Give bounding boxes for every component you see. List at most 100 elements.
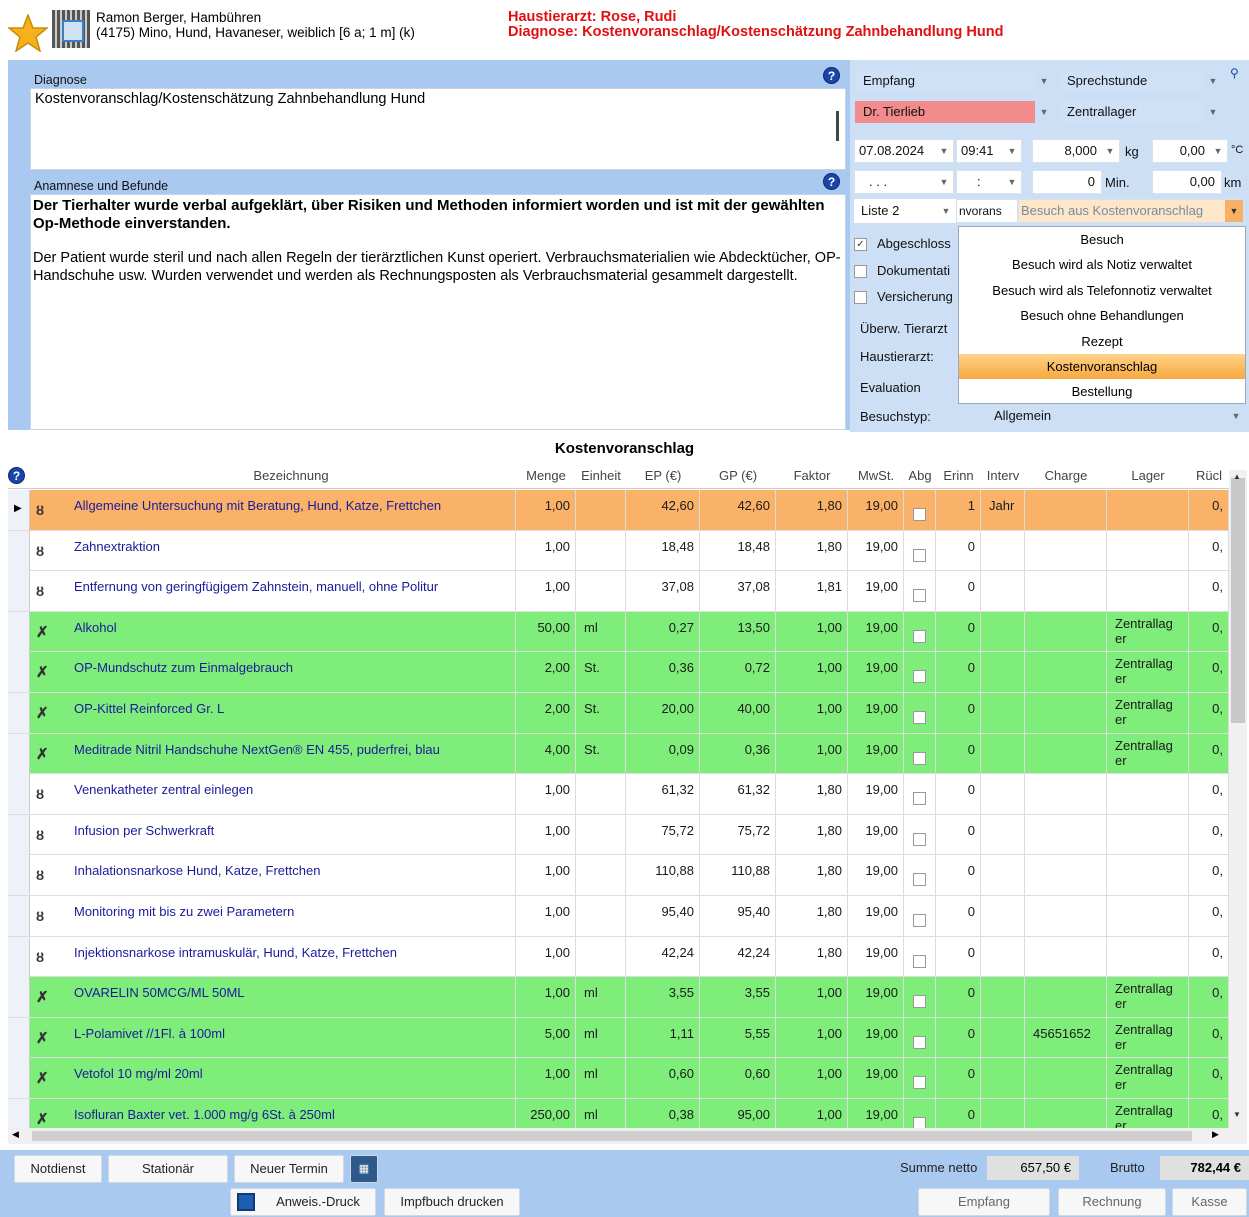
cell-name[interactable]: Allgemeine Untersuchung mit Beratung, Hu… [66, 490, 516, 530]
cell-einheit[interactable]: St. [576, 734, 626, 774]
cell-charge[interactable] [1025, 652, 1107, 692]
cell-interv[interactable] [981, 937, 1025, 977]
table-row[interactable]: ✗ OP-Kittel Reinforced Gr. L 2,00 St. 20,00 4… [8, 693, 1229, 734]
cell-interv[interactable] [981, 1058, 1025, 1098]
cell-name[interactable]: Inhalationsnarkose Hund, Katze, Frettche… [66, 855, 516, 895]
table-row[interactable]: ▶ ȣ Allgemeine Untersuchung mit Beratung, … [8, 490, 1229, 531]
scroll-thumb-h[interactable] [32, 1131, 1192, 1141]
temperature-input[interactable]: 0,00 ▼ [1152, 139, 1228, 163]
cell-rueck[interactable]: 0, [1189, 693, 1229, 733]
column-header[interactable]: Lager [1107, 463, 1189, 489]
cell-erinn[interactable]: 0 [936, 815, 981, 855]
cell-faktor[interactable]: 1,80 [776, 490, 848, 530]
cell-mwst[interactable]: 19,00 [848, 977, 904, 1017]
cell-interv[interactable]: Jahr [981, 490, 1025, 530]
cell-name[interactable]: Injektionsnarkose intramuskulär, Hund, K… [66, 937, 516, 977]
cell-rueck[interactable]: 0, [1189, 815, 1229, 855]
cell-lager[interactable] [1107, 815, 1169, 855]
cell-faktor[interactable]: 1,00 [776, 734, 848, 774]
cell-lager[interactable] [1107, 896, 1169, 936]
cell-erinn[interactable]: 0 [936, 652, 981, 692]
billed-checkbox[interactable] [913, 1035, 926, 1049]
cell-rueck[interactable]: 0, [1189, 531, 1229, 571]
cell-gp[interactable]: 61,32 [700, 774, 776, 814]
anamnese-textarea[interactable]: Der Tierhalter wurde verbal aufgeklärt, … [30, 194, 846, 430]
cell-lager[interactable]: Zentrallag er [1107, 1018, 1173, 1058]
column-header[interactable]: MwSt. [848, 463, 904, 489]
cell-faktor[interactable]: 1,00 [776, 1058, 848, 1098]
cell-ep[interactable]: 95,40 [626, 896, 700, 936]
row-header[interactable] [8, 652, 30, 693]
cell-charge[interactable] [1025, 815, 1107, 855]
cell-interv[interactable] [981, 531, 1025, 571]
cell-interv[interactable] [981, 1018, 1025, 1058]
table-row[interactable]: ȣ Entfernung von geringfügigem Zahnstein,… [8, 571, 1229, 612]
cell-lager[interactable] [1107, 774, 1169, 814]
cell-name[interactable]: Entfernung von geringfügigem Zahnstein, … [66, 571, 516, 611]
time-picker[interactable]: 09:41 ▼ [956, 139, 1022, 163]
row-header[interactable] [8, 530, 30, 571]
cell-lager[interactable]: Zentrallag er [1107, 1058, 1173, 1098]
cell-mwst[interactable]: 19,00 [848, 855, 904, 895]
cell-gp[interactable]: 3,55 [700, 977, 776, 1017]
cell-menge[interactable]: 2,00 [516, 693, 576, 733]
cell-ep[interactable]: 42,60 [626, 490, 700, 530]
cell-interv[interactable] [981, 734, 1025, 774]
cell-faktor[interactable]: 1,80 [776, 896, 848, 936]
cell-gp[interactable]: 95,00 [700, 1099, 776, 1128]
dropdown-option[interactable]: Besuch [959, 227, 1245, 252]
end-time-picker[interactable]: : ▼ [956, 170, 1022, 194]
cell-name[interactable]: Alkohol [66, 612, 516, 652]
cell-erinn[interactable]: 0 [936, 612, 981, 652]
cell-ep[interactable]: 0,60 [626, 1058, 700, 1098]
cell-menge[interactable]: 1,00 [516, 977, 576, 1017]
cell-erinn[interactable]: 0 [936, 937, 981, 977]
cell-name[interactable]: Isofluran Baxter vet. 1.000 mg/g 6St. à … [66, 1099, 516, 1128]
visit-type-code[interactable]: nvorans [956, 199, 1018, 223]
invoice-button[interactable]: Rechnung [1058, 1188, 1166, 1216]
cell-interv[interactable] [981, 774, 1025, 814]
cell-gp[interactable]: 95,40 [700, 896, 776, 936]
cell-faktor[interactable]: 1,00 [776, 652, 848, 692]
visit-kind-dropdown[interactable]: Besuch Besuch wird als Notiz verwaltet Bes… [958, 226, 1246, 404]
dropdown-option[interactable]: Besuch wird als Notiz verwaltet [959, 252, 1245, 277]
cell-einheit[interactable] [576, 896, 626, 936]
cell-ep[interactable]: 20,00 [626, 693, 700, 733]
visit-type-select[interactable]: Allgemein ▼ [984, 404, 1246, 428]
cell-menge[interactable]: 1,00 [516, 855, 576, 895]
cell-gp[interactable]: 75,72 [700, 815, 776, 855]
table-row[interactable]: ȣ Injektionsnarkose intramuskulär, Hund, … [8, 936, 1229, 978]
cell-menge[interactable]: 1,00 [516, 896, 576, 936]
cell-lager[interactable] [1107, 490, 1169, 530]
cell-interv[interactable] [981, 1099, 1025, 1128]
row-header[interactable] [8, 733, 30, 774]
cell-rueck[interactable]: 0, [1189, 896, 1229, 936]
cell-ep[interactable]: 75,72 [626, 815, 700, 855]
cell-name[interactable]: Vetofol 10 mg/ml 20ml [66, 1058, 516, 1098]
cell-menge[interactable]: 1,00 [516, 531, 576, 571]
row-header[interactable] [8, 814, 30, 855]
items-table[interactable]: ? Bezeichnung Menge Einheit EP (€) GP (€) Fak… [8, 463, 1229, 1128]
table-row[interactable]: ✗ Vetofol 10 mg/ml 20ml 1,00 ml 0,60 0,60 1,00… [8, 1058, 1229, 1099]
cell-mwst[interactable]: 19,00 [848, 1058, 904, 1098]
cell-einheit[interactable] [576, 815, 626, 855]
billed-checkbox[interactable] [913, 914, 926, 927]
cell-faktor[interactable]: 1,00 [776, 977, 848, 1017]
cell-faktor[interactable]: 1,80 [776, 531, 848, 571]
table-row[interactable]: ȣ Infusion per Schwerkraft 1,00 75,72 75,72 1… [8, 814, 1229, 856]
doctor-select[interactable]: Dr. Tierlieb ▼ [854, 100, 1054, 124]
billed-checkbox[interactable] [913, 873, 926, 887]
cell-charge[interactable] [1025, 774, 1107, 814]
column-header[interactable]: GP (€) [700, 463, 776, 489]
cell-menge[interactable]: 5,00 [516, 1018, 576, 1058]
cell-einheit[interactable]: ml [576, 977, 626, 1017]
cell-ep[interactable]: 1,11 [626, 1018, 700, 1058]
cell-rueck[interactable]: 0, [1189, 855, 1229, 895]
minutes-input[interactable]: 0 [1032, 170, 1102, 194]
cell-mwst[interactable]: 19,00 [848, 571, 904, 611]
scroll-thumb[interactable] [1231, 478, 1245, 723]
cell-erinn[interactable]: 0 [936, 1058, 981, 1098]
cell-mwst[interactable]: 19,00 [848, 531, 904, 571]
cell-name[interactable]: Zahnextraktion [66, 531, 516, 571]
cell-einheit[interactable] [576, 571, 626, 611]
